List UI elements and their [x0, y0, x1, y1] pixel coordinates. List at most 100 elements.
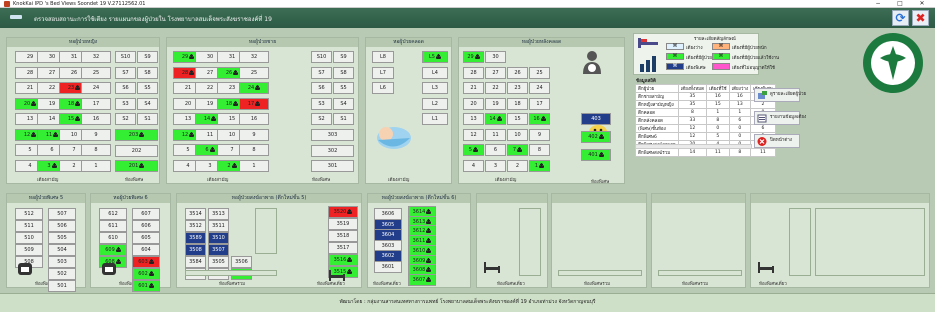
- close-window-button[interactable]: ✕: [912, 0, 932, 8]
- bed-button[interactable]: 7: [507, 144, 528, 156]
- exit-app-button[interactable]: ✖: [912, 10, 929, 26]
- bed-button[interactable]: S5: [137, 82, 158, 94]
- bed-button[interactable]: S9: [333, 51, 354, 63]
- minimize-button[interactable]: −: [868, 0, 888, 8]
- bed-button[interactable]: 2: [507, 159, 528, 172]
- bed-button[interactable]: 401: [581, 149, 611, 161]
- bed-button[interactable]: L2: [422, 97, 448, 110]
- bed-button[interactable]: S1: [137, 113, 158, 125]
- bed-button[interactable]: 14: [485, 113, 506, 125]
- bed-button[interactable]: S10: [311, 51, 332, 63]
- bed-button[interactable]: 9: [81, 128, 111, 141]
- bed-button[interactable]: L7: [372, 66, 394, 79]
- bed-button[interactable]: 9: [239, 128, 269, 141]
- bed-report-button[interactable]: รายงานข้อมูลเตียง: [754, 111, 806, 125]
- bed-button[interactable]: 3519: [328, 218, 358, 230]
- refresh-button[interactable]: ⟳: [892, 10, 909, 26]
- bed-button[interactable]: 16: [239, 113, 269, 125]
- bed-button[interactable]: 17: [81, 97, 111, 110]
- bed-button[interactable]: 24: [529, 82, 550, 94]
- bed-button[interactable]: 25: [239, 66, 269, 79]
- bed-button[interactable]: S8: [333, 66, 354, 79]
- bed-button[interactable]: S2: [311, 113, 332, 125]
- bed-button[interactable]: S7: [311, 66, 332, 79]
- bed-button[interactable]: 11: [485, 128, 506, 141]
- bed-button[interactable]: 3505: [208, 256, 229, 268]
- bed-button[interactable]: 503: [48, 256, 76, 268]
- bed-button[interactable]: 3506: [231, 256, 252, 268]
- bed-button[interactable]: 8: [81, 144, 111, 156]
- bed-button[interactable]: 611: [99, 220, 127, 232]
- bed-button[interactable]: 610: [99, 232, 127, 244]
- bed-button[interactable]: S6: [115, 82, 136, 94]
- patient-detail-button[interactable]: ดูรายละเอียดผู้ป่วย: [754, 88, 806, 102]
- bed-button[interactable]: S5: [333, 82, 354, 94]
- bed-button[interactable]: 3518: [328, 230, 358, 242]
- bed-button[interactable]: 32: [81, 51, 111, 63]
- bed-button[interactable]: 1: [239, 159, 269, 172]
- bed-button[interactable]: S6: [311, 82, 332, 94]
- stats-horizontal-scrollbar[interactable]: [635, 144, 752, 149]
- bed-button[interactable]: 26: [507, 66, 528, 79]
- bed-button[interactable]: 22: [485, 82, 506, 94]
- bed-button[interactable]: 3510: [208, 232, 229, 244]
- bed-button[interactable]: S7: [115, 66, 136, 79]
- bed-button[interactable]: 3520: [328, 206, 358, 218]
- bed-button[interactable]: 1: [529, 159, 550, 172]
- bed-button[interactable]: 27: [485, 66, 506, 79]
- bed-button[interactable]: 302: [311, 144, 354, 157]
- bed-button[interactable]: 504: [48, 244, 76, 256]
- bed-button[interactable]: 28: [463, 66, 484, 79]
- bed-button[interactable]: 604: [132, 244, 160, 256]
- bed-button[interactable]: 9: [529, 128, 550, 141]
- bed-button[interactable]: 507: [48, 208, 76, 220]
- bed-button[interactable]: S8: [137, 66, 158, 79]
- bed-button[interactable]: 509: [15, 244, 43, 256]
- bed-button[interactable]: 3507: [208, 244, 229, 256]
- bed-button[interactable]: 603: [132, 256, 160, 268]
- bed-button[interactable]: 25: [529, 66, 550, 79]
- bed-button[interactable]: S3: [115, 97, 136, 110]
- bed-button[interactable]: 3516: [328, 254, 358, 266]
- bed-button[interactable]: 24: [81, 82, 111, 94]
- bed-button[interactable]: 601: [132, 280, 160, 292]
- bed-button[interactable]: 32: [239, 51, 269, 63]
- bed-button[interactable]: 21: [463, 82, 484, 94]
- bed-button[interactable]: 505: [48, 232, 76, 244]
- bed-button[interactable]: 17: [239, 97, 269, 110]
- bed-button[interactable]: 16: [81, 113, 111, 125]
- maximize-button[interactable]: □: [890, 0, 910, 8]
- bed-button[interactable]: 402: [581, 131, 611, 143]
- bed-button[interactable]: 4: [463, 159, 484, 172]
- bed-button[interactable]: 13: [463, 113, 484, 125]
- bed-button[interactable]: L5: [422, 51, 448, 63]
- bed-button[interactable]: L3: [422, 82, 448, 94]
- bed-button[interactable]: 3513: [208, 208, 229, 220]
- bed-button[interactable]: 12: [463, 128, 484, 141]
- bed-button[interactable]: 506: [48, 220, 76, 232]
- bed-button[interactable]: S3: [311, 97, 332, 110]
- bed-button[interactable]: 3601: [374, 260, 402, 273]
- bed-button[interactable]: 607: [132, 208, 160, 220]
- bed-button[interactable]: 1: [81, 159, 111, 172]
- bed-button[interactable]: 201: [115, 160, 158, 172]
- bed-button[interactable]: 23: [507, 82, 528, 94]
- bed-button[interactable]: 605: [132, 232, 160, 244]
- close-window-side-button[interactable]: ปิดหน้าต่าง: [754, 134, 800, 148]
- bed-button[interactable]: 29: [463, 51, 484, 63]
- bed-button[interactable]: 3512: [185, 220, 206, 232]
- bed-button[interactable]: 301: [311, 160, 354, 172]
- bed-button[interactable]: 25: [81, 66, 111, 79]
- bed-button[interactable]: 19: [485, 97, 506, 110]
- bed-button[interactable]: 17: [529, 97, 550, 110]
- bed-button[interactable]: 10: [507, 128, 528, 141]
- bed-button[interactable]: 16: [529, 113, 550, 125]
- bed-button[interactable]: 512: [15, 208, 43, 220]
- bed-button[interactable]: 602: [132, 268, 160, 280]
- bed-button[interactable]: 606: [132, 220, 160, 232]
- bed-button[interactable]: 3: [485, 159, 506, 172]
- bed-button[interactable]: S9: [137, 51, 158, 63]
- bed-button[interactable]: 3584: [185, 256, 206, 268]
- bed-button[interactable]: 502: [48, 268, 76, 280]
- bed-button[interactable]: 20: [463, 97, 484, 110]
